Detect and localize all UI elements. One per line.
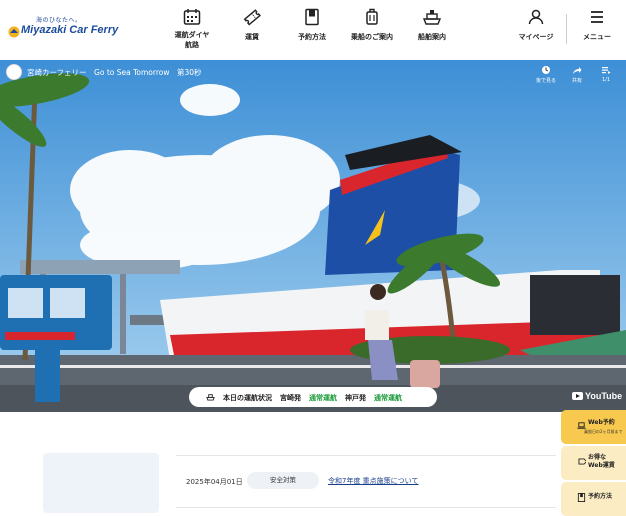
web-booking-label: Web予約 <box>588 419 615 426</box>
news-divider <box>176 507 556 508</box>
nav-booking[interactable]: 予約方法 <box>282 8 342 42</box>
nav-boarding[interactable]: 乗船のご案内 <box>342 8 402 42</box>
tag-icon <box>578 458 586 465</box>
news-date: 2025年04月01日 <box>186 478 243 486</box>
user-icon <box>528 9 544 25</box>
status-route-kobe: 神戸発 <box>345 394 366 402</box>
operation-status-bar[interactable]: 本日の運航状況 宮崎発 通常運航 神戸発 通常運航 <box>189 387 437 407</box>
nav-label: 船舶案内 <box>418 33 446 41</box>
share-icon <box>573 67 582 74</box>
nav-fare[interactable]: 運賃 <box>222 8 282 42</box>
status-label: 本日の運航状況 <box>223 394 272 402</box>
video-title[interactable]: 宮崎カーフェリー Go to Sea Tomorrow 第30秒 <box>27 67 202 78</box>
menu-label: メニュー <box>583 33 611 41</box>
youtube-logo[interactable]: YouTube <box>572 391 622 401</box>
logo-tagline: 海のひなたへ。 <box>36 17 82 24</box>
ferry-scene-image <box>0 60 626 412</box>
site-header: 海のひなたへ。 Miyazaki Car Ferry 運航ダイヤ 航路 運賃 予… <box>0 0 626 60</box>
web-fare-label-2: Web運賃 <box>588 462 615 469</box>
status-value-kobe: 通常運航 <box>374 394 402 402</box>
news-thumbnail <box>43 453 159 513</box>
logo-mark-icon <box>8 26 20 38</box>
hamburger-icon <box>591 11 603 23</box>
playlist-icon <box>602 67 611 74</box>
booking-icon <box>305 8 319 26</box>
calendar-icon <box>183 9 201 25</box>
share-button[interactable]: 共有 <box>563 65 591 84</box>
booking-method-label: 予約方法 <box>588 493 613 500</box>
nav-timetable[interactable]: 運航ダイヤ 航路 <box>162 8 222 50</box>
booking-icon <box>577 493 586 502</box>
watch-later-label: 後で見る <box>535 78 556 84</box>
hero-video[interactable]: 宮崎カーフェリー Go to Sea Tomorrow 第30秒 後で見る 共有… <box>0 60 626 412</box>
nav-label: 予約方法 <box>298 33 326 41</box>
web-booking-button[interactable]: Web予約 乗船日の2ヶ月前まで <box>561 410 626 444</box>
mypage-button[interactable]: マイページ <box>506 8 566 42</box>
nav-ships[interactable]: 船舶案内 <box>402 8 462 42</box>
news-category-tag: 安全対策 <box>247 472 319 489</box>
mypage-label: マイページ <box>518 33 554 41</box>
site-logo[interactable]: 海のひなたへ。 Miyazaki Car Ferry <box>8 15 128 45</box>
status-value-miyazaki: 通常運航 <box>309 394 337 402</box>
news-divider <box>176 455 556 456</box>
nav-label: 航路 <box>185 41 199 49</box>
playlist-label: 1/1 <box>601 77 611 83</box>
status-route-miyazaki: 宮崎発 <box>280 394 301 402</box>
luggage-icon <box>366 8 378 25</box>
ship-status-icon <box>206 394 215 401</box>
booking-method-button[interactable]: 予約方法 <box>561 482 626 516</box>
web-fare-label-1: お得な <box>588 454 607 461</box>
ship-icon <box>422 10 442 25</box>
web-booking-sub: 乗船日の2ヶ月前まで <box>584 429 623 434</box>
watch-later-button[interactable]: 後で見る <box>532 65 560 84</box>
logo-brand: Miyazaki Car Ferry <box>21 24 119 36</box>
share-label: 共有 <box>571 78 582 84</box>
nav-label: 運賃 <box>245 33 259 41</box>
youtube-label: YouTube <box>585 391 623 401</box>
news-title-link[interactable]: 令和7年度 重点施策について <box>328 476 418 486</box>
nav-label: 乗船のご案内 <box>351 33 393 41</box>
channel-avatar[interactable] <box>6 64 22 80</box>
clock-icon <box>542 66 550 74</box>
playlist-button[interactable]: 1/1 <box>592 65 620 83</box>
youtube-play-icon <box>572 392 583 400</box>
menu-button[interactable]: メニュー <box>567 8 626 42</box>
web-fare-button[interactable]: お得な Web運賃 <box>561 446 626 480</box>
ticket-icon <box>243 9 261 26</box>
nav-label: 運航ダイヤ <box>174 31 210 39</box>
